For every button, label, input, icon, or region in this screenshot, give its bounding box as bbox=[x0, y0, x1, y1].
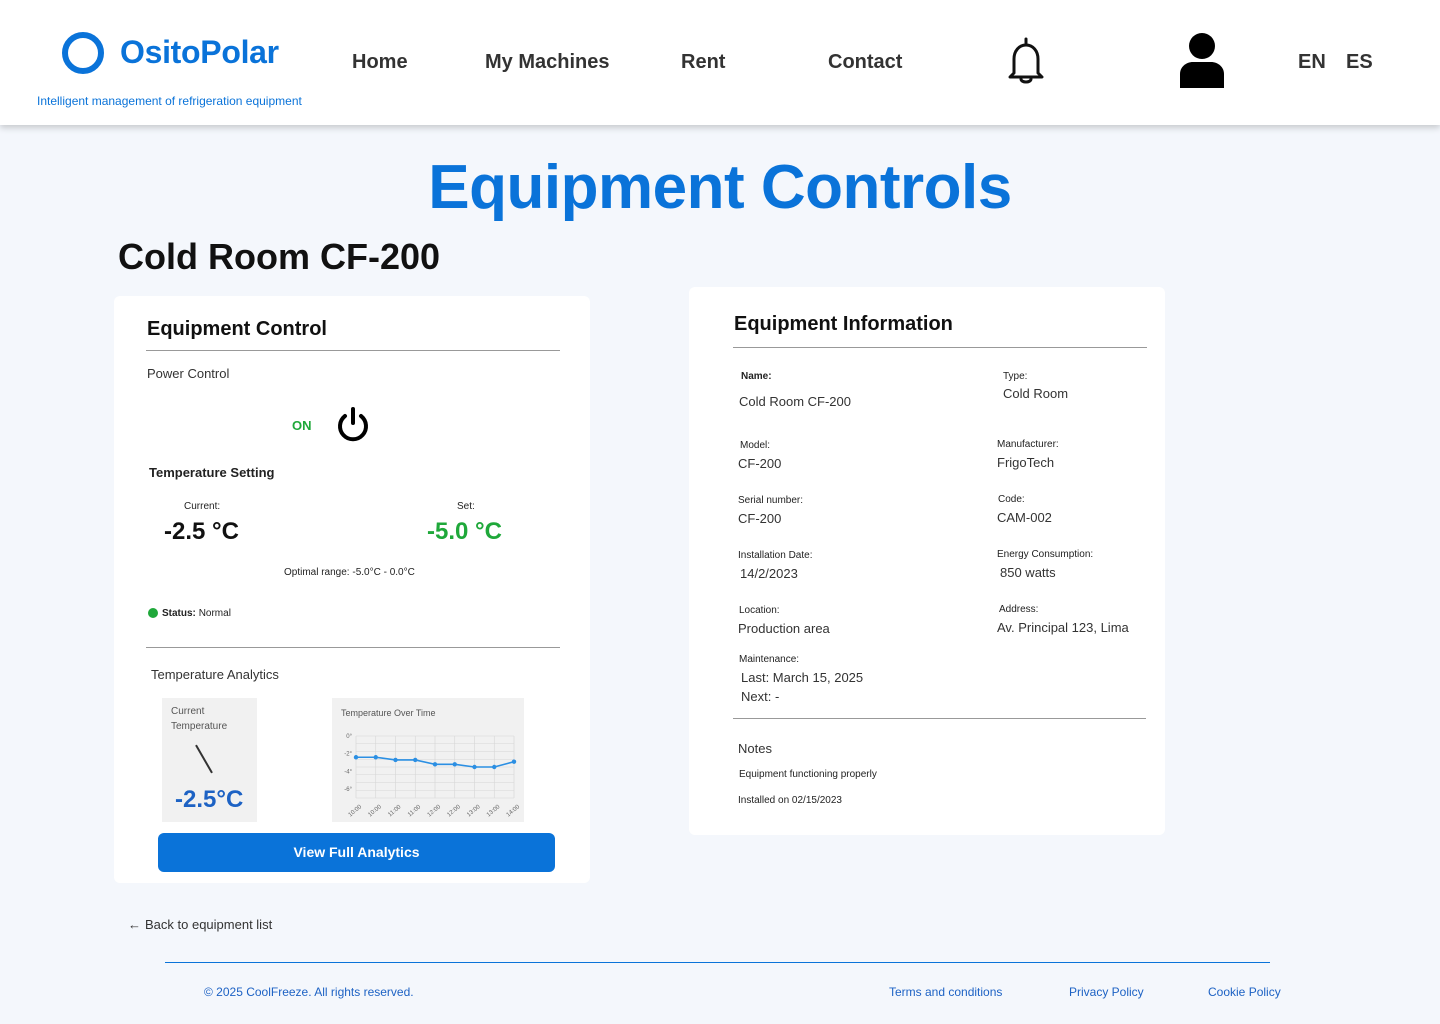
chart-y-tick-label: 0° bbox=[346, 734, 352, 740]
current-temp-gauge: Current Temperature -2.5°C bbox=[162, 698, 257, 822]
chart-svg: 0° -2° -4° -6° 10:00 10:00 11:00 11:00 12:00 12:0… bbox=[344, 734, 522, 819]
lang-es[interactable]: ES bbox=[1346, 51, 1373, 74]
chart-y-tick-label: -6° bbox=[344, 787, 352, 793]
footer-cookie-link[interactable]: Cookie Policy bbox=[1208, 985, 1281, 999]
nav-home[interactable]: Home bbox=[352, 51, 408, 74]
model-label: Model: bbox=[740, 440, 771, 451]
temperature-setting-label: Temperature Setting bbox=[149, 465, 275, 480]
equipment-information-title: Equipment Information bbox=[734, 313, 953, 335]
back-link[interactable]: ← Back to equipment list bbox=[128, 917, 272, 932]
bell-icon[interactable] bbox=[1005, 37, 1047, 85]
gauge-caption: Current Temperature bbox=[171, 706, 228, 732]
chart-point bbox=[432, 762, 438, 767]
serial-label: Serial number: bbox=[738, 495, 804, 506]
chart-point bbox=[393, 757, 398, 763]
nav-rent[interactable]: Rent bbox=[681, 51, 725, 74]
chart-point bbox=[413, 757, 418, 763]
chart-y-tick-label: -2° bbox=[344, 752, 352, 758]
power-control-label: Power Control bbox=[147, 366, 230, 381]
divider bbox=[733, 347, 1147, 348]
name-label: Name: bbox=[741, 371, 772, 382]
footer-privacy-link[interactable]: Privacy Policy bbox=[1069, 985, 1144, 999]
chart-x-tick-label: 11:00 bbox=[387, 804, 403, 818]
power-icon[interactable] bbox=[334, 406, 372, 444]
equipment-control-title: Equipment Control bbox=[147, 318, 327, 340]
footer-terms-link[interactable]: Terms and conditions bbox=[889, 985, 1002, 999]
page-title: Equipment Controls bbox=[428, 153, 1012, 222]
address-label: Address: bbox=[999, 604, 1039, 615]
footer-divider bbox=[165, 962, 1270, 963]
arrow-left-icon: ← bbox=[128, 917, 141, 932]
set-temp-label: Set: bbox=[457, 501, 475, 512]
divider bbox=[733, 718, 1146, 719]
status-dot-icon bbox=[148, 608, 158, 618]
temperature-chart[interactable]: Temperature Over Time 0° -2° -4° -6° 10:00 10… bbox=[332, 698, 524, 822]
location-value: Production area bbox=[738, 621, 830, 636]
chart-point bbox=[353, 755, 359, 760]
model-value: CF-200 bbox=[738, 456, 782, 471]
maintenance-label: Maintenance: bbox=[739, 654, 800, 665]
energy-consumption-value: 850 watts bbox=[1000, 565, 1056, 580]
installation-date-label: Installation Date: bbox=[738, 550, 813, 561]
type-value: Cold Room bbox=[1003, 386, 1069, 401]
equipment-control-card: Equipment Control Power Control ON Tempe… bbox=[114, 296, 590, 883]
chart-x-tick-label: 14:00 bbox=[506, 804, 522, 819]
logo-icon[interactable] bbox=[62, 32, 104, 74]
back-link-label: Back to equipment list bbox=[145, 917, 273, 932]
name-value: Cold Room CF-200 bbox=[739, 394, 851, 409]
status-text: Status: Normal bbox=[162, 608, 231, 619]
manufacturer-label: Manufacturer: bbox=[997, 439, 1059, 450]
status-label: Status: bbox=[162, 608, 196, 619]
serial-value: CF-200 bbox=[738, 511, 782, 526]
chart-point bbox=[492, 764, 497, 770]
chart-point bbox=[472, 764, 477, 770]
nav-my-machines[interactable]: My Machines bbox=[485, 51, 609, 74]
equipment-name: Cold Room CF-200 bbox=[118, 236, 441, 277]
code-label: Code: bbox=[998, 494, 1025, 505]
view-full-analytics-button[interactable]: View Full Analytics bbox=[158, 833, 555, 872]
location-label: Location: bbox=[739, 605, 780, 616]
equipment-information-card: Equipment Information Name: Cold Room CF… bbox=[689, 287, 1165, 835]
note-2: Installed on 02/15/2023 bbox=[738, 795, 842, 806]
type-label: Type: bbox=[1003, 371, 1028, 382]
gauge-needle-icon bbox=[195, 744, 213, 774]
brand-tagline: Intelligent management of refrigeration … bbox=[37, 94, 302, 108]
header: OsitoPolar Intelligent management of ref… bbox=[0, 0, 1440, 125]
footer-copyright: © 2025 CoolFreeze. All rights reserved. bbox=[204, 985, 414, 999]
optimal-range: Optimal range: -5.0°C - 0.0°C bbox=[284, 567, 415, 578]
chart-point bbox=[452, 762, 457, 767]
chart-x-tick-label: 10:00 bbox=[348, 804, 364, 819]
gauge-value: -2.5°C bbox=[175, 786, 244, 813]
chart-x-tick-label: 12:00 bbox=[427, 804, 443, 819]
chart-x-tick-label: 13:00 bbox=[486, 804, 502, 819]
nav-contact[interactable]: Contact bbox=[828, 51, 902, 74]
lang-en[interactable]: EN bbox=[1298, 51, 1326, 74]
temperature-analytics-label: Temperature Analytics bbox=[151, 667, 279, 682]
address-value: Av. Principal 123, Lima bbox=[997, 620, 1129, 635]
chart-x-tick-label: 12:00 bbox=[446, 804, 462, 819]
code-value: CAM-002 bbox=[997, 510, 1052, 525]
status-value: Normal bbox=[198, 608, 231, 619]
current-temp-value: -2.5 °C bbox=[164, 518, 239, 545]
note-1: Equipment functioning properly bbox=[739, 769, 877, 780]
chart-x-tick-label: 13:00 bbox=[466, 804, 482, 819]
set-temp-value[interactable]: -5.0 °C bbox=[427, 518, 502, 546]
chart-x-tick-label: 11:00 bbox=[407, 804, 423, 818]
user-icon[interactable] bbox=[1178, 32, 1226, 90]
maintenance-next: Next: - bbox=[741, 689, 780, 704]
installation-date-value: 14/2/2023 bbox=[740, 566, 798, 581]
chart-y-tick-label: -4° bbox=[344, 769, 352, 775]
notes-label: Notes bbox=[738, 741, 772, 756]
manufacturer-value: FrigoTech bbox=[997, 455, 1055, 470]
divider bbox=[146, 350, 560, 351]
brand-name[interactable]: OsitoPolar bbox=[120, 34, 279, 71]
chart-point bbox=[373, 755, 378, 760]
power-state: ON bbox=[292, 418, 312, 433]
chart-point bbox=[511, 759, 517, 764]
current-temp-label: Current: bbox=[184, 501, 221, 512]
energy-consumption-label: Energy Consumption: bbox=[997, 549, 1094, 560]
chart-x-tick-label: 10:00 bbox=[367, 804, 383, 819]
maintenance-last: Last: March 15, 2025 bbox=[741, 670, 864, 685]
divider bbox=[146, 647, 560, 648]
